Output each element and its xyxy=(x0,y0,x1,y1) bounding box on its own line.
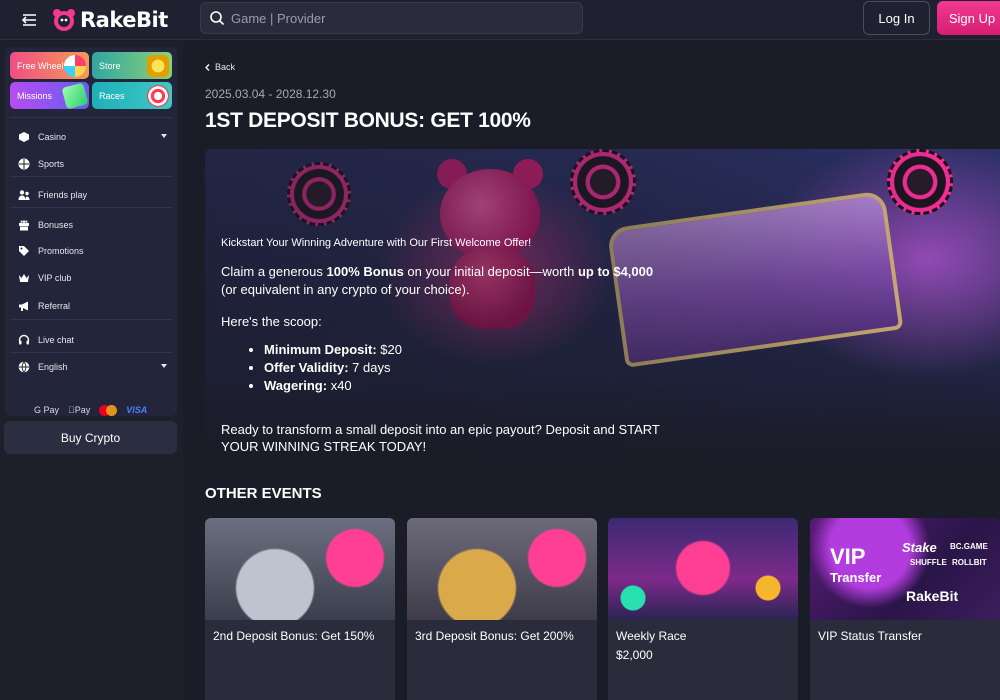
sidebar-item-vip-club[interactable]: VIP club xyxy=(5,267,177,289)
apple-pay-logo: Pay xyxy=(68,405,90,415)
users-icon xyxy=(17,189,30,202)
target-icon xyxy=(147,85,169,107)
vip-transfer-graphic: VIP Transfer xyxy=(830,544,882,585)
language-selector[interactable]: English xyxy=(5,356,177,378)
back-link[interactable]: Back xyxy=(205,62,235,72)
banner-text: Kickstart Your Winning Adventure with Ou… xyxy=(221,237,671,395)
top-header: RakeBit Log In Sign Up xyxy=(0,0,1000,40)
free-wheel-label: Free Wheel xyxy=(17,61,64,71)
event-card[interactable]: Weekly Race $2,000 xyxy=(608,518,798,700)
bear-logo-icon xyxy=(53,9,75,31)
language-label: English xyxy=(38,362,68,372)
promotion-banner: Kickstart Your Winning Adventure with Ou… xyxy=(205,149,1000,467)
mastercard-logo xyxy=(99,404,118,416)
event-card-image: VIP Transfer Stake BC.GAME SHUFFLE ROLLB… xyxy=(810,518,1000,620)
event-card-title: 3rd Deposit Bonus: Get 200% xyxy=(415,629,574,643)
wheel-icon xyxy=(64,55,86,77)
sidebar-item-label: Casino xyxy=(38,132,67,142)
event-card-title: VIP Status Transfer xyxy=(818,629,922,643)
headset-icon xyxy=(17,334,30,347)
buy-crypto-button[interactable]: Buy Crypto xyxy=(4,421,177,454)
megaphone-icon xyxy=(17,300,30,313)
logo-text: RakeBit xyxy=(80,8,168,32)
event-card[interactable]: 2nd Deposit Bonus: Get 150% xyxy=(205,518,395,700)
checklist-icon xyxy=(61,82,89,109)
google-pay-logo: G Pay xyxy=(34,405,60,415)
back-label: Back xyxy=(215,62,236,72)
sidebar-item-casino[interactable]: Casino xyxy=(5,126,177,148)
sidebar-item-label: Sports xyxy=(38,159,65,169)
sidebar-panel: Free Wheel Store Missions Races Casino S… xyxy=(5,47,177,416)
sidebar: Free Wheel Store Missions Races Casino S… xyxy=(0,41,183,700)
list-item: Minimum Deposit: $20 xyxy=(264,341,671,359)
divider xyxy=(10,207,172,208)
banner-claim: Claim a generous 100% Bonus on your init… xyxy=(221,264,654,297)
chevron-down-icon[interactable] xyxy=(161,364,167,368)
event-card-image xyxy=(608,518,798,620)
login-button[interactable]: Log In xyxy=(863,1,930,35)
missions-tile[interactable]: Missions xyxy=(10,82,89,109)
payment-methods: G Pay Pay VISA xyxy=(34,402,159,418)
event-card-image xyxy=(205,518,395,620)
page-title: 1ST DEPOSIT BONUS: GET 100% xyxy=(205,109,531,132)
sidebar-item-promotions[interactable]: Promotions xyxy=(5,240,177,262)
sidebar-item-live-chat[interactable]: Live chat xyxy=(5,329,177,351)
sidebar-item-label: Bonuses xyxy=(38,220,74,230)
store-label: Store xyxy=(99,61,121,71)
event-card-image xyxy=(407,518,597,620)
event-card-title: 2nd Deposit Bonus: Get 150% xyxy=(213,629,375,643)
other-events-heading: OTHER EVENTS xyxy=(205,485,322,502)
event-card[interactable]: 3rd Deposit Bonus: Get 200% xyxy=(407,518,597,700)
missions-label: Missions xyxy=(17,91,53,101)
divider xyxy=(10,352,172,353)
chevron-down-icon[interactable] xyxy=(161,134,167,138)
sidebar-item-bonuses[interactable]: Bonuses xyxy=(5,214,177,236)
crown-icon xyxy=(17,272,30,285)
sidebar-item-sports[interactable]: Sports xyxy=(5,153,177,175)
sidebar-item-label: Live chat xyxy=(38,335,75,345)
cube-icon xyxy=(17,131,30,144)
store-tile[interactable]: Store xyxy=(92,52,172,79)
sidebar-item-label: VIP club xyxy=(38,273,72,283)
sidebar-item-referral[interactable]: Referral xyxy=(5,295,177,317)
divider xyxy=(10,319,172,320)
races-tile[interactable]: Races xyxy=(92,82,172,109)
coin-icon xyxy=(147,55,169,77)
banner-outro: Ready to transform a small deposit into … xyxy=(221,422,660,454)
logo[interactable]: RakeBit xyxy=(52,6,168,34)
banner-intro: Kickstart Your Winning Adventure with Ou… xyxy=(221,237,532,249)
sidebar-item-label: Promotions xyxy=(38,246,84,256)
event-card-prize: $2,000 xyxy=(616,648,653,662)
ball-icon xyxy=(17,158,30,171)
divider xyxy=(10,176,172,177)
signup-button[interactable]: Sign Up xyxy=(937,1,1000,35)
chevron-left-icon xyxy=(205,63,210,71)
globe-icon xyxy=(17,361,30,374)
sidebar-item-friends-play[interactable]: Friends play xyxy=(5,184,177,206)
banner-scoop: Here's the scoop: xyxy=(221,314,322,329)
offer-terms-list: Minimum Deposit: $20 Offer Validity: 7 d… xyxy=(221,341,671,395)
divider xyxy=(10,117,172,118)
sidebar-item-label: Referral xyxy=(38,301,71,311)
promotion-date-range: 2025.03.04 - 2028.12.30 xyxy=(205,87,336,101)
free-wheel-tile[interactable]: Free Wheel xyxy=(10,52,89,79)
search-input[interactable] xyxy=(231,10,571,26)
sidebar-item-label: Friends play xyxy=(38,190,88,200)
races-label: Races xyxy=(99,91,125,101)
gift-icon xyxy=(17,219,30,232)
visa-logo: VISA xyxy=(119,405,147,415)
collapse-sidebar-icon[interactable] xyxy=(18,9,40,31)
list-item: Wagering: x40 xyxy=(264,377,671,395)
search-bar[interactable] xyxy=(200,2,583,34)
list-item: Offer Validity: 7 days xyxy=(264,359,671,377)
search-icon xyxy=(210,11,225,26)
event-card-title: Weekly Race xyxy=(616,629,687,643)
tag-icon xyxy=(17,245,30,258)
event-card[interactable]: VIP Transfer Stake BC.GAME SHUFFLE ROLLB… xyxy=(810,518,1000,700)
rakebit-mini-logo: RakeBit xyxy=(906,588,959,604)
